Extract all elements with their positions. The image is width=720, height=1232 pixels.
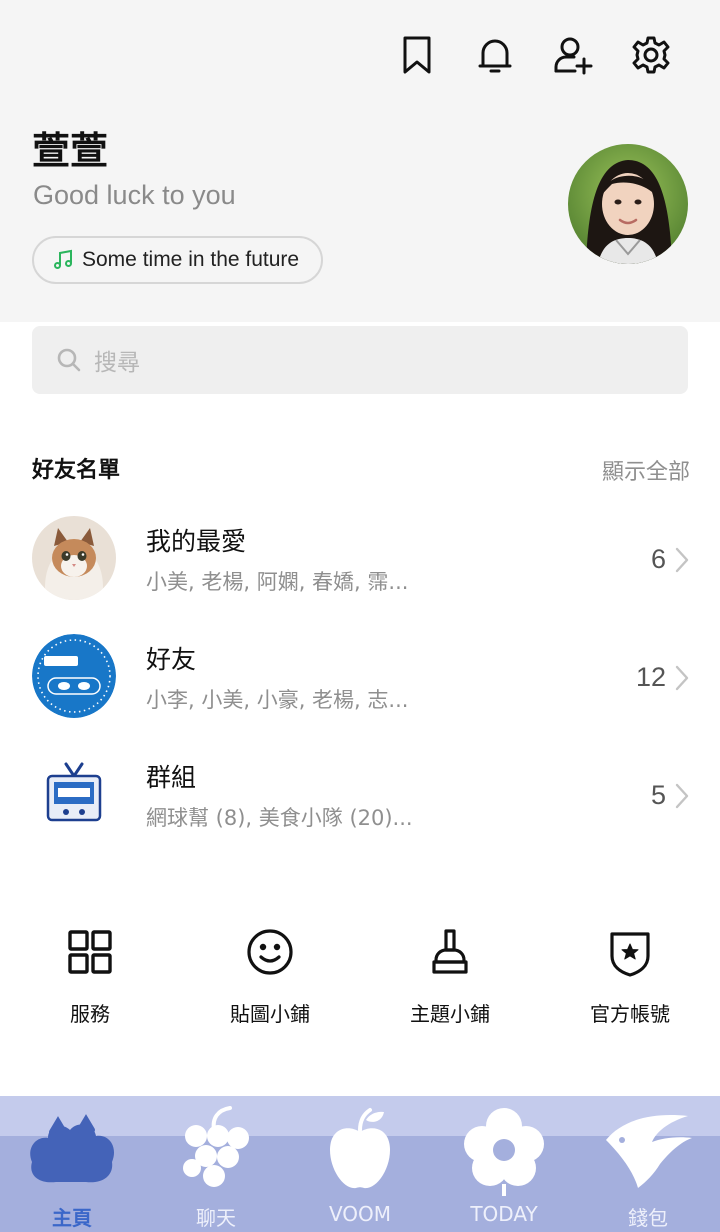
- list-row-groups[interactable]: 群組 網球幫 (8), 美食小隊 (20)... 5: [0, 738, 720, 848]
- flower-icon: [464, 1108, 544, 1196]
- shortcut-tiles: 服務 貼圖小鋪 主題小鋪 官方帳號: [0, 920, 720, 1040]
- add-friend-icon: [554, 37, 593, 75]
- bookmark-button[interactable]: [378, 30, 456, 80]
- settings-button[interactable]: [612, 30, 690, 80]
- row-title: 好友: [146, 645, 197, 674]
- profile-music-title: Some time in the future: [82, 248, 300, 271]
- services-tile[interactable]: 服務: [0, 920, 180, 1040]
- friends-thumbnail: [32, 634, 116, 718]
- row-title: 我的最愛: [146, 527, 247, 556]
- nav-chats[interactable]: 聊天: [144, 1096, 288, 1232]
- sticker-shop-tile[interactable]: 貼圖小鋪: [180, 920, 360, 1040]
- nav-label: 主頁: [52, 1206, 92, 1230]
- profile-avatar[interactable]: [568, 144, 688, 264]
- kapibara-badge: [32, 634, 116, 718]
- smiley-icon: [247, 929, 293, 975]
- nav-label: VOOM: [328, 1202, 392, 1226]
- row-count: 12: [635, 662, 666, 692]
- row-title: 群組: [146, 763, 197, 792]
- profile-name[interactable]: 萱萱: [32, 120, 108, 175]
- tile-label: 貼圖小鋪: [230, 1002, 310, 1026]
- gear-icon: [632, 36, 670, 74]
- nav-label: 聊天: [196, 1206, 236, 1230]
- tv-icon: [32, 752, 116, 836]
- row-count: 5: [650, 780, 666, 810]
- theme-shop-tile[interactable]: 主題小鋪: [360, 920, 540, 1040]
- favorites-thumbnail: [32, 516, 116, 600]
- grapes-icon: [183, 1106, 249, 1187]
- top-icon-bar: [378, 30, 690, 80]
- show-all-link[interactable]: 顯示全部: [602, 454, 690, 486]
- nav-wallet[interactable]: 錢包: [576, 1096, 720, 1232]
- groups-thumbnail: [32, 752, 116, 836]
- list-row-friends[interactable]: 好友 小李, 小美, 小豪, 老楊, 志... 12: [0, 620, 720, 730]
- tile-label: 官方帳號: [590, 1002, 670, 1026]
- chevron-right-icon: [675, 665, 689, 691]
- add-friend-button[interactable]: [534, 30, 612, 80]
- nav-label: TODAY: [470, 1202, 538, 1226]
- notifications-button[interactable]: [456, 30, 534, 80]
- shield-star-icon: [610, 932, 650, 977]
- bell-icon: [478, 39, 512, 73]
- music-note-icon: [54, 249, 72, 269]
- tile-label: 主題小鋪: [410, 1002, 490, 1026]
- profile-header: 萱萱 Good luck to you Some time in the fut…: [0, 0, 720, 322]
- list-row-favorites[interactable]: 我的最愛 小美, 老楊, 阿嫻, 春嬌, 霈... 6: [0, 502, 720, 612]
- profile-photo: [568, 144, 688, 264]
- nav-today[interactable]: TODAY: [432, 1096, 576, 1232]
- tile-label: 服務: [70, 1002, 110, 1026]
- apple-icon: [330, 1108, 390, 1189]
- row-subtitle: 網球幫 (8), 美食小隊 (20)...: [146, 806, 413, 830]
- brush-icon: [432, 929, 468, 974]
- search-icon: [57, 348, 81, 372]
- official-accounts-tile[interactable]: 官方帳號: [540, 920, 720, 1040]
- row-subtitle: 小美, 老楊, 阿嫻, 春嬌, 霈...: [146, 570, 409, 594]
- chevron-right-icon: [675, 783, 689, 809]
- profile-music-button[interactable]: Some time in the future: [32, 236, 324, 284]
- nav-home[interactable]: 主頁: [0, 1096, 144, 1232]
- search-placeholder: 搜尋: [94, 350, 140, 376]
- grid-icon: [68, 930, 112, 974]
- fish-icon: [606, 1115, 692, 1188]
- chevron-right-icon: [675, 547, 689, 573]
- home-blob-icon: [30, 1114, 115, 1183]
- search-bar[interactable]: 搜尋: [32, 326, 688, 394]
- bookmark-icon: [403, 36, 431, 74]
- bottom-navigation: 主頁 聊天 VOOM TODAY 錢包: [0, 1096, 720, 1232]
- friends-section-title: 好友名單: [32, 458, 121, 483]
- nav-voom[interactable]: VOOM: [288, 1096, 432, 1232]
- status-message[interactable]: Good luck to you: [33, 180, 236, 211]
- row-count: 6: [650, 544, 666, 574]
- cat-photo: [32, 516, 116, 600]
- row-subtitle: 小李, 小美, 小豪, 老楊, 志...: [146, 688, 409, 712]
- nav-label: 錢包: [628, 1206, 668, 1230]
